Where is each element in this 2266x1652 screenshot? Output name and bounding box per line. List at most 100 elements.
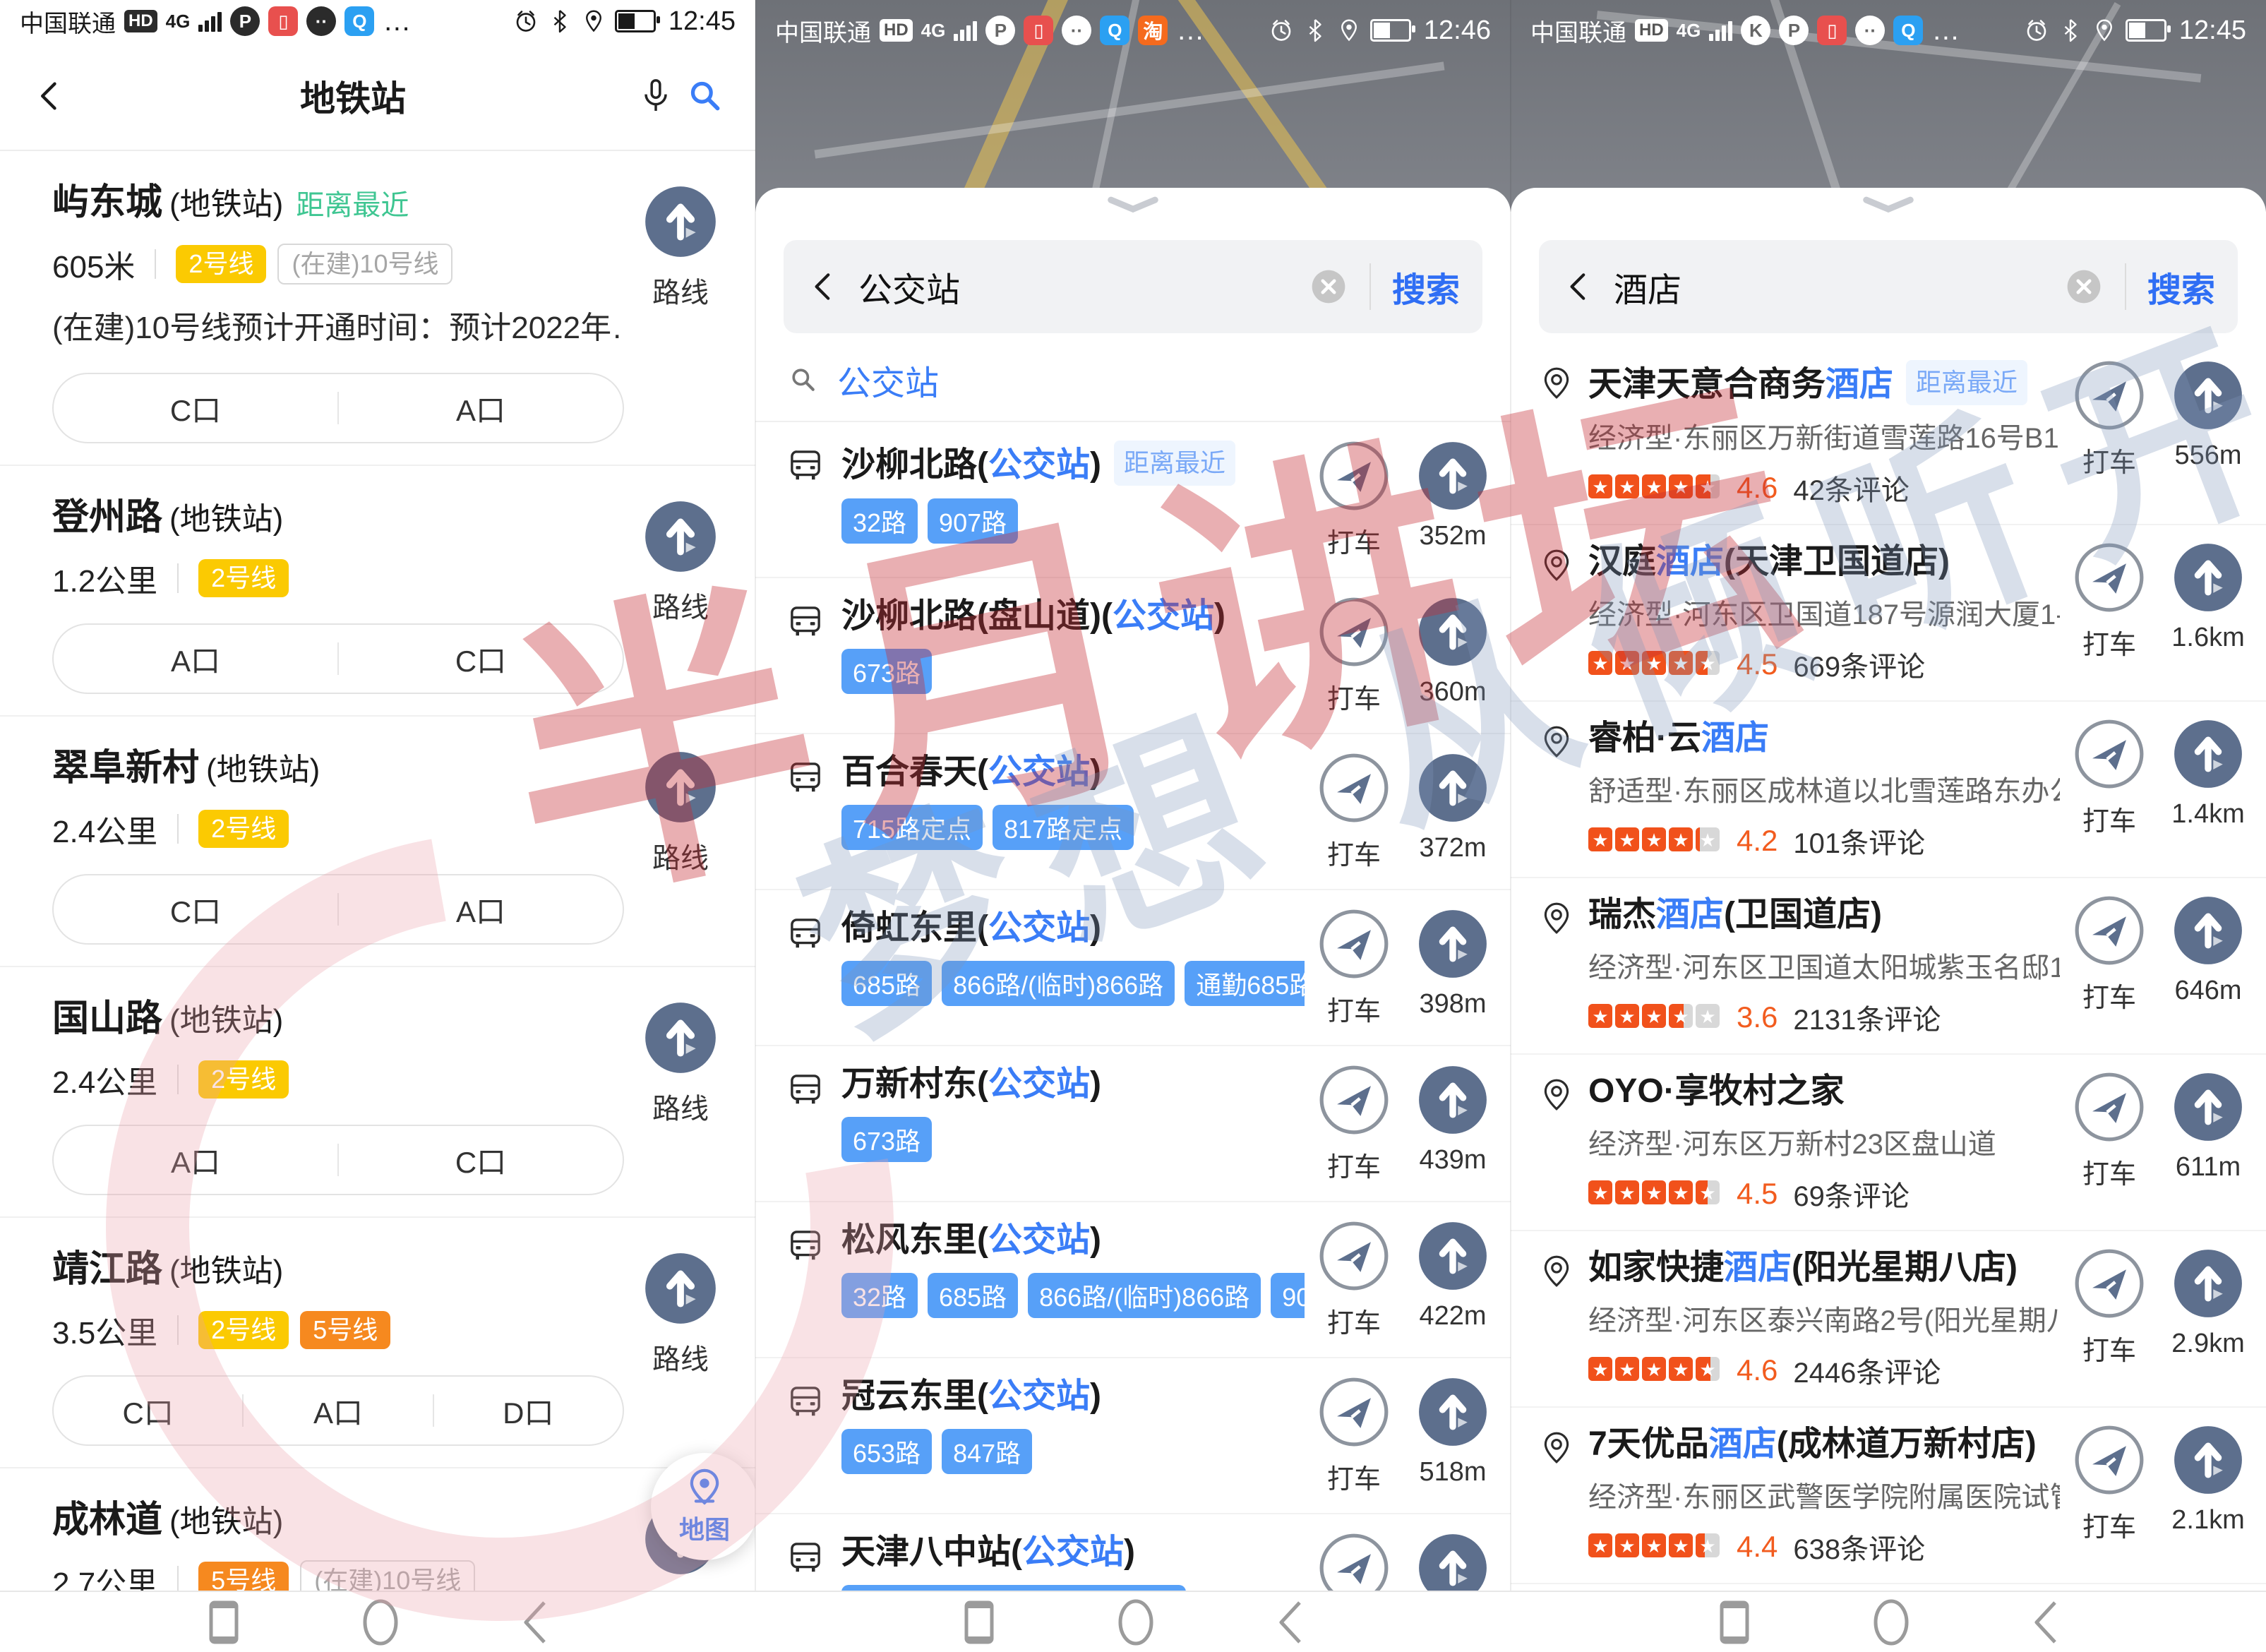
sheet-collapse-handle[interactable] [755, 188, 1511, 220]
exit-button[interactable]: C口 [54, 1389, 242, 1432]
bus-stop-row[interactable]: 沙柳北路(盘山道)(公交站) 673路 打车 360m [755, 578, 1511, 733]
route-button[interactable]: 1.6km [2169, 542, 2248, 662]
map-view-button[interactable]: 地图 [651, 1453, 755, 1560]
bus-line-chip[interactable]: 866路/(临时)866路 [1028, 1273, 1261, 1318]
nav-recents-button[interactable] [961, 1598, 997, 1646]
bus-line-chip[interactable]: 32路 [841, 1273, 918, 1318]
nav-home-button[interactable] [361, 1597, 400, 1648]
search-submit-button[interactable]: 搜索 [2147, 262, 2215, 311]
route-button[interactable]: 1.4km [2169, 719, 2248, 838]
taxi-button[interactable]: 打车 [1314, 909, 1393, 1028]
subway-station-row[interactable]: 靖江路(地铁站) 3.5公里 2号线5号线 C口A口D口 路线 [0, 1218, 755, 1467]
nav-home-button[interactable] [1116, 1597, 1156, 1648]
hotel-row[interactable]: 汉庭酒店(天津卫国道店) 经济型·河东区卫国道187号源润大厦1-3层 ★★★★… [1511, 525, 2266, 700]
nav-recents-button[interactable] [1716, 1598, 1753, 1646]
search-suggestion-row[interactable]: 公交站 [755, 339, 1511, 422]
bus-line-chip[interactable]: 653路 [841, 1429, 932, 1474]
exit-button[interactable]: D口 [434, 1389, 623, 1432]
subway-station-row[interactable]: 国山路(地铁站) 2.4公里 2号线 A口C口 路线 [0, 967, 755, 1216]
route-button[interactable]: 545m [1413, 1533, 1492, 1592]
bus-line-chip[interactable]: 685路 [841, 961, 932, 1006]
nav-back-button[interactable] [519, 1598, 550, 1646]
sheet-collapse-handle[interactable] [1511, 188, 2266, 220]
search-input[interactable]: 公交站 [858, 262, 1309, 311]
exit-button[interactable]: C口 [54, 888, 337, 931]
exit-button[interactable]: C口 [339, 638, 623, 681]
taxi-button[interactable]: 打车 [2070, 1072, 2149, 1191]
subway-station-row[interactable]: 登州路(地铁站) 1.2公里 2号线 A口C口 路线 [0, 466, 755, 715]
taxi-button[interactable]: 打车 [1314, 597, 1393, 716]
bus-line-chip[interactable]: 866路/(临时)866路 [942, 961, 1175, 1006]
route-button[interactable]: 路线 [624, 748, 737, 945]
hotel-row[interactable]: 睿柏·云酒店 舒适型·东丽区成林道以北雪莲路东办公… ★★★★★★★★★★ 4.… [1511, 702, 2266, 877]
route-button[interactable]: 422m [1413, 1221, 1492, 1340]
hotel-row[interactable]: 7天优品酒店(成林道万新村店) 经济型·东丽区武警医学院附属医院试管… ★★★★… [1511, 1408, 2266, 1583]
bus-line-chip[interactable]: 通勤685路 [1185, 961, 1305, 1006]
exit-button[interactable]: C口 [54, 387, 337, 430]
bus-line-chip[interactable]: 907路 [928, 498, 1018, 544]
taxi-button[interactable]: 打车 [2070, 719, 2149, 838]
bus-line-chip[interactable]: 673路 [841, 649, 932, 694]
subway-station-row[interactable]: 屿东城(地铁站)距离最近 605米 2号线(在建)10号线 (在建)10号线预计… [0, 151, 755, 465]
bus-stop-row[interactable]: 冠云东里(公交站) 653路847路 打车 518m [755, 1358, 1511, 1513]
bus-stop-row[interactable]: 沙柳北路(公交站)距离最近 32路907路 打车 352m [755, 422, 1511, 577]
bus-stop-row[interactable]: 万新村东(公交站) 673路 打车 439m [755, 1046, 1511, 1201]
bus-stop-row[interactable]: 松风东里(公交站) 32路685路866路/(临时)866路907路 … 打车 … [755, 1202, 1511, 1357]
bus-stop-row[interactable]: 天津八中站(公交站) (停运)东丽湖社区巴士八中线 … 打车 545m [755, 1514, 1511, 1592]
taxi-button[interactable]: 打车 [1314, 1377, 1393, 1496]
back-button[interactable] [1561, 269, 1597, 304]
search-input[interactable]: 酒店 [1614, 262, 2064, 311]
route-button[interactable]: 611m [2169, 1072, 2248, 1191]
subway-station-row[interactable]: 成林道(地铁站) 2.7公里 5号线(在建)10号线 C口A口 路线 [0, 1468, 755, 1592]
nav-home-button[interactable] [1871, 1597, 1911, 1648]
clear-input-button[interactable] [2064, 267, 2104, 306]
route-button[interactable]: 路线 [624, 182, 737, 443]
hotel-row[interactable]: 瑞杰酒店(卫国道店) 经济型·河东区卫国道太阳城紫玉名邸1-01 ★★★★★★★… [1511, 878, 2266, 1053]
bus-line-chip[interactable]: 817路定点 [993, 805, 1134, 850]
taxi-button[interactable]: 打车 [2070, 895, 2149, 1014]
route-button[interactable]: 556m [2169, 360, 2248, 479]
exit-button[interactable]: C口 [339, 1139, 623, 1182]
hotel-row[interactable]: 天津天意合商务酒店距离最近 经济型·东丽区万新街道雪莲路16号B1栋 ★★★★★… [1511, 343, 2266, 524]
hotel-row[interactable]: 如家快捷酒店(阳光星期八店) 经济型·河东区泰兴南路2号(阳光星期八… ★★★★… [1511, 1231, 2266, 1406]
exit-button[interactable]: A口 [54, 1139, 337, 1182]
route-button[interactable]: 439m [1413, 1065, 1492, 1184]
taxi-button[interactable]: 打车 [1314, 1533, 1393, 1592]
route-button[interactable]: 路线 [624, 1249, 737, 1446]
route-button[interactable]: 372m [1413, 753, 1492, 872]
search-query-title[interactable]: 地铁站 [75, 71, 631, 121]
route-button[interactable]: 2.9km [2169, 1248, 2248, 1367]
bus-line-chip[interactable]: 715路定点 [841, 805, 983, 850]
nav-back-button[interactable] [2030, 1598, 2061, 1646]
bus-line-chip[interactable]: 32路 [841, 498, 918, 544]
taxi-button[interactable]: 打车 [1314, 1065, 1393, 1184]
hotel-row[interactable]: OYO·享牧村之家 经济型·河东区万新村23区盘山道 ★★★★★★★★★★ 4.… [1511, 1055, 2266, 1230]
taxi-button[interactable]: 打车 [2070, 1425, 2149, 1544]
taxi-button[interactable]: 打车 [1314, 1221, 1393, 1340]
route-button[interactable]: 352m [1413, 441, 1492, 560]
bus-line-chip[interactable]: 673路 [841, 1117, 932, 1162]
taxi-button[interactable]: 打车 [1314, 753, 1393, 872]
taxi-button[interactable]: 打车 [2070, 360, 2149, 479]
subway-station-row[interactable]: 翠阜新村(地铁站) 2.4公里 2号线 C口A口 路线 [0, 717, 755, 966]
exit-button[interactable]: A口 [339, 888, 623, 931]
route-button[interactable]: 路线 [624, 497, 737, 694]
route-button[interactable]: 2.1km [2169, 1425, 2248, 1544]
back-button[interactable] [25, 71, 75, 121]
nav-back-button[interactable] [1274, 1598, 1305, 1646]
exit-button[interactable]: A口 [339, 387, 623, 430]
taxi-button[interactable]: 打车 [1314, 441, 1393, 560]
route-button[interactable]: 路线 [624, 998, 737, 1195]
exit-button[interactable]: A口 [54, 638, 337, 681]
bus-stop-row[interactable]: 百合春天(公交站) 715路定点817路定点 打车 372m [755, 734, 1511, 889]
clear-input-button[interactable] [1309, 267, 1348, 306]
bus-line-chip[interactable]: 685路 [928, 1273, 1018, 1318]
route-button[interactable]: 646m [2169, 895, 2248, 1014]
search-button[interactable] [681, 71, 730, 121]
bus-stop-row[interactable]: 倚虹东里(公交站) 685路866路/(临时)866路通勤685路 打车 398… [755, 890, 1511, 1045]
exit-button[interactable]: A口 [244, 1389, 432, 1432]
bus-line-chip[interactable]: 907路 [1271, 1273, 1305, 1318]
route-button[interactable]: 398m [1413, 909, 1492, 1028]
bus-line-chip[interactable]: 847路 [942, 1429, 1032, 1474]
route-button[interactable]: 360m [1413, 597, 1492, 716]
